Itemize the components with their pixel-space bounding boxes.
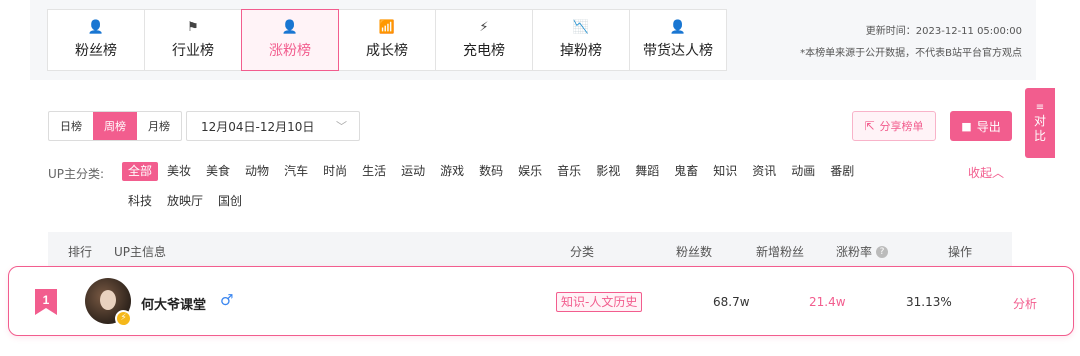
tab-label: 成长榜: [366, 43, 408, 59]
category-item[interactable]: 动画: [785, 162, 821, 181]
month-rank-button[interactable]: 月榜: [137, 112, 181, 140]
growth-icon: 📶: [378, 20, 396, 35]
tab-3[interactable]: 📶 成长榜: [338, 9, 436, 71]
category-item[interactable]: 科技: [122, 192, 158, 211]
compare-label: 对比: [1033, 114, 1046, 143]
chevron-down-icon: ﹀: [336, 120, 347, 133]
share-icon: ⇱: [864, 119, 875, 133]
date-range-value: 12月04日-12月10日: [201, 119, 315, 134]
tab-label: 掉粉榜: [560, 43, 602, 59]
header-new-fans: 新增粉丝: [756, 245, 805, 259]
category-item[interactable]: 国创: [212, 192, 248, 211]
growth-rate: 31.13%: [906, 295, 952, 309]
category-item[interactable]: 放映厅: [161, 192, 209, 211]
category-item[interactable]: 动物: [239, 162, 275, 181]
share-label: 分享榜单: [879, 120, 924, 133]
tab-1[interactable]: ⚑ 行业榜: [144, 9, 242, 71]
tab-4[interactable]: ⚡ 充电榜: [435, 9, 533, 71]
header-up-info: UP主信息: [114, 245, 167, 259]
category-item[interactable]: 鬼畜: [668, 162, 704, 181]
fans-count: 68.7w: [713, 295, 750, 309]
table-header: 排行 UP主信息 分类 粉丝数 新增粉丝 涨粉率 ? 操作: [48, 232, 1012, 268]
category-item[interactable]: 番剧: [824, 162, 860, 181]
up-name[interactable]: 何大爷课堂: [141, 294, 206, 313]
tab-6[interactable]: 👤 带货达人榜: [629, 9, 727, 71]
rank-tabs: 👤 粉丝榜 ⚑ 行业榜 👤 涨粉榜 📶 成长榜 ⚡ 充电榜 📉 掉粉榜 👤 带货达人榜: [47, 9, 727, 71]
tab-0[interactable]: 👤 粉丝榜: [47, 9, 145, 71]
category-item[interactable]: 数码: [473, 162, 509, 181]
category-item[interactable]: 资讯: [746, 162, 782, 181]
rank-bookmark-icon: 1: [35, 289, 57, 315]
category-item[interactable]: 美食: [200, 162, 236, 181]
header-fans: 粉丝数: [676, 245, 713, 259]
analyze-link[interactable]: 分析: [1013, 295, 1037, 312]
category-item[interactable]: 影视: [590, 162, 626, 181]
category-item[interactable]: 运动: [395, 162, 431, 181]
header-category: 分类: [570, 245, 595, 259]
header-growth-rate: 涨粉率 ?: [836, 243, 889, 260]
week-rank-button[interactable]: 周榜: [93, 112, 137, 140]
period-toggle: 日榜 周榜 月榜: [48, 111, 182, 141]
date-range-select[interactable]: 12月04日-12月10日 ﹀: [186, 111, 360, 141]
table-row[interactable]: 1 ⚡ 何大爷课堂 ♂ 知识-人文历史 68.7w 21.4w 31.13% 分…: [8, 266, 1074, 336]
export-icon: ■: [961, 119, 972, 133]
tab-label: 带货达人榜: [643, 43, 713, 59]
flag-icon: ⚑: [187, 20, 199, 35]
header-rank: 排行: [68, 245, 93, 259]
collapse-link[interactable]: 收起︿: [968, 164, 1004, 181]
category-row-2: 科技 放映厅 国创: [122, 192, 251, 211]
rank-number: 1: [43, 293, 50, 307]
lightning-icon: ⚡: [479, 20, 489, 35]
category-label: UP主分类:: [48, 167, 105, 181]
disclaimer: *本榜单来源于公开数据，不代表B站平台官方观点: [800, 48, 1022, 59]
user-plus-icon: 👤: [281, 20, 299, 35]
category-item[interactable]: 美妆: [161, 162, 197, 181]
new-fans-count: 21.4w: [809, 295, 846, 309]
help-icon[interactable]: ?: [876, 245, 889, 258]
export-label: 导出: [976, 119, 1001, 134]
tab-label: 充电榜: [463, 43, 505, 59]
category-item[interactable]: 生活: [356, 162, 392, 181]
tab-2[interactable]: 👤 涨粉榜: [241, 9, 339, 71]
header-action: 操作: [948, 245, 973, 259]
decline-icon: 📉: [572, 20, 590, 35]
tab-5[interactable]: 📉 掉粉榜: [532, 9, 630, 71]
category-item[interactable]: 音乐: [551, 162, 587, 181]
header-growth-rate-label: 涨粉率: [836, 245, 873, 259]
tab-label: 行业榜: [172, 43, 214, 59]
user-icon: 👤: [669, 20, 687, 35]
category-item[interactable]: 舞蹈: [629, 162, 665, 181]
category-item[interactable]: 游戏: [434, 162, 470, 181]
user-icon: 👤: [87, 20, 105, 35]
category-item[interactable]: 全部: [122, 162, 159, 181]
compare-tab[interactable]: ≡ 对比: [1025, 88, 1055, 158]
update-time: 更新时间：2023-12-11 05:00:00: [865, 26, 1022, 37]
lightning-icon: ⚡: [115, 310, 132, 327]
category-item[interactable]: 娱乐: [512, 162, 548, 181]
tab-label: 粉丝榜: [75, 43, 117, 59]
category-item[interactable]: 知识: [707, 162, 743, 181]
day-rank-button[interactable]: 日榜: [49, 112, 93, 140]
export-button[interactable]: ■ 导出: [950, 111, 1012, 141]
share-ranking-button[interactable]: ⇱ 分享榜单: [852, 111, 936, 141]
category-item[interactable]: 汽车: [278, 162, 314, 181]
male-icon: ♂: [220, 291, 234, 309]
category-item[interactable]: 时尚: [317, 162, 353, 181]
category-tag: 知识-人文历史: [556, 292, 643, 312]
category-row-1: 全部 美妆 美食 动物 汽车 时尚 生活 运动 游戏 数码 娱乐 音乐 影视 舞蹈 鬼畜 知识 资讯 动画 番剧: [122, 162, 863, 181]
menu-icon: ≡: [1035, 102, 1045, 113]
tab-label: 涨粉榜: [269, 43, 311, 59]
